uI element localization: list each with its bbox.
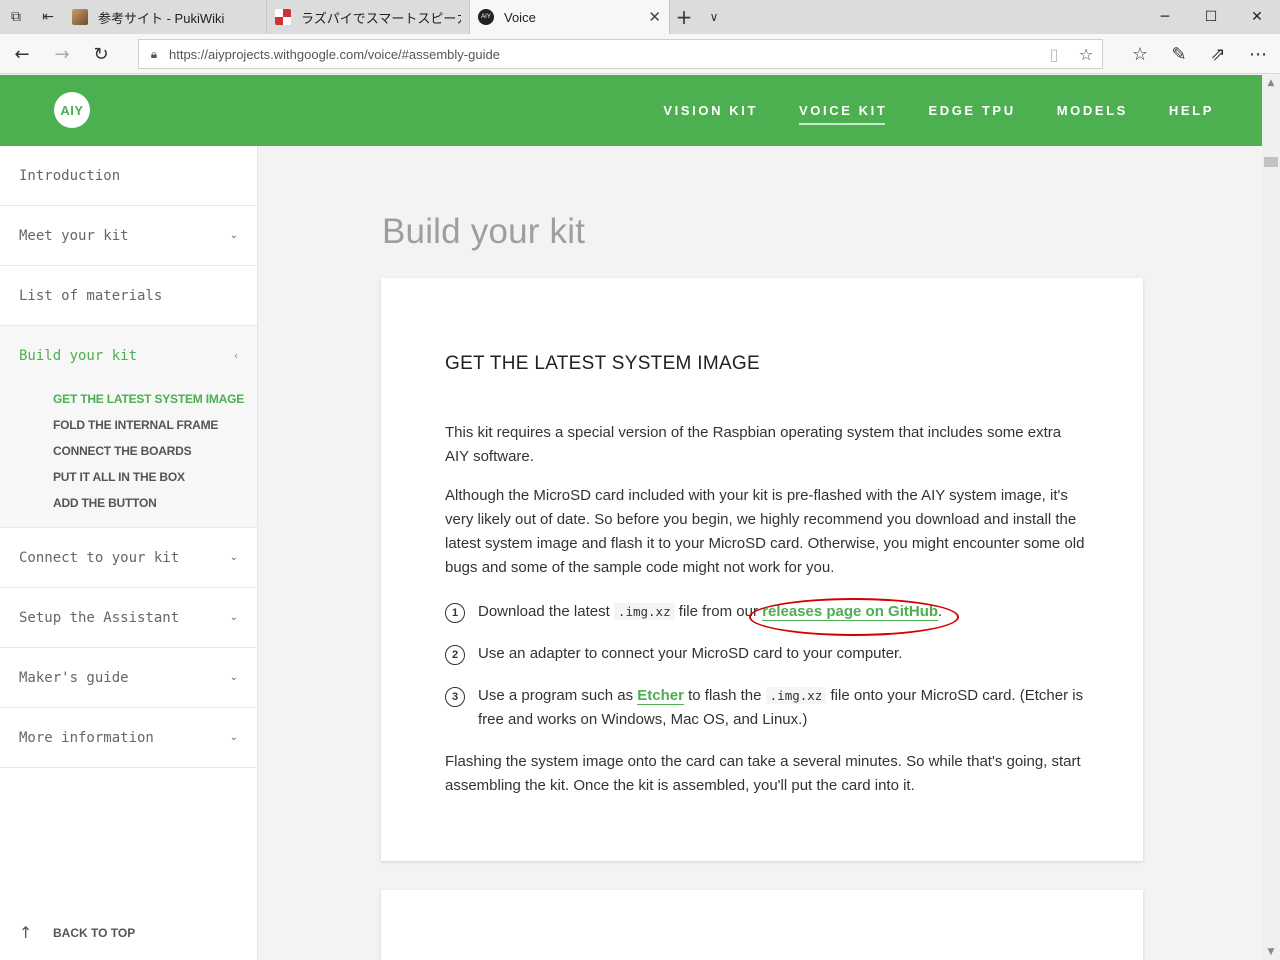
- subnav-fold-frame[interactable]: FOLD THE INTERNAL FRAME: [53, 418, 257, 433]
- pen-icon[interactable]: ✎: [1167, 42, 1191, 66]
- chevron-down-icon: ⌄: [229, 552, 238, 563]
- sidebar: Introduction Meet your kit ⌄ List of mat…: [0, 146, 258, 960]
- sidebar-item-build-your-kit[interactable]: Build your kit ‹: [0, 326, 257, 386]
- arrow-up-icon: ↑: [19, 923, 33, 942]
- scroll-down-icon[interactable]: ▼: [1262, 944, 1280, 960]
- url-text[interactable]: https://aiyprojects.withgoogle.com/voice…: [169, 47, 1038, 62]
- nav-help[interactable]: HELP: [1169, 97, 1214, 124]
- chevron-down-icon: ⌄: [229, 612, 238, 623]
- sidebar-item-setup-assistant[interactable]: Setup the Assistant ⌄: [0, 588, 257, 648]
- tab-list-chevron-icon[interactable]: ∨: [698, 0, 730, 34]
- scroll-up-icon[interactable]: ▲: [1262, 75, 1280, 91]
- scrollbar-thumb[interactable]: [1264, 157, 1278, 167]
- share-icon[interactable]: ⇗: [1206, 42, 1230, 66]
- close-tab-icon[interactable]: ✕: [648, 8, 661, 26]
- tab-title: ラズパイでスマートスピーカーを自作: [301, 10, 461, 26]
- refresh-icon[interactable]: ↻: [89, 42, 113, 66]
- favorite-star-icon[interactable]: ☆: [1070, 45, 1102, 64]
- site-header: AIY VISION KIT VOICE KIT EDGE TPU MODELS…: [0, 75, 1262, 146]
- tab-title: 参考サイト - PukiWiki: [98, 10, 225, 26]
- build-subnav: GET THE LATEST SYSTEM IMAGE FOLD THE INT…: [0, 386, 257, 528]
- sidebar-item-label: Meet your kit: [19, 227, 129, 244]
- aiy-logo[interactable]: AIY: [54, 92, 90, 128]
- step-number: 2: [445, 645, 465, 665]
- code-snippet: .img.xz: [765, 687, 827, 704]
- content-card: GET THE LATEST SYSTEM IMAGE This kit req…: [381, 278, 1143, 861]
- sidebar-item-label: Build your kit: [19, 348, 138, 364]
- sidebar-item-label: Introduction: [19, 167, 121, 184]
- raspi-favicon-icon: [275, 9, 291, 25]
- page-title: Build your kit: [382, 212, 586, 251]
- top-nav: VISION KIT VOICE KIT EDGE TPU MODELS HEL…: [622, 75, 1214, 146]
- step-3: 3 Use a program such as Etcher to flash …: [445, 684, 1085, 732]
- nav-vision-kit[interactable]: VISION KIT: [663, 97, 758, 124]
- next-content-card: [381, 890, 1143, 960]
- sidebar-item-label: Maker's guide: [19, 669, 129, 686]
- address-bar[interactable]: 🔒︎ https://aiyprojects.withgoogle.com/vo…: [138, 39, 1103, 69]
- intro-paragraph: This kit requires a special version of t…: [445, 424, 1062, 465]
- window-controls: ─ ☐ ✕: [1142, 0, 1280, 34]
- page-viewport: AIY VISION KIT VOICE KIT EDGE TPU MODELS…: [0, 75, 1262, 960]
- nav-voice-kit[interactable]: VOICE KIT: [799, 97, 887, 125]
- warning-paragraph: Although the MicroSD card included with …: [445, 487, 1085, 576]
- section-heading: GET THE LATEST SYSTEM IMAGE: [445, 353, 760, 374]
- back-icon[interactable]: ←: [10, 42, 34, 66]
- navigation-bar: ← → ↻ 🔒︎ https://aiyprojects.withgoogle.…: [0, 34, 1280, 74]
- favorites-list-icon[interactable]: ☆: [1128, 42, 1152, 66]
- sidebar-item-label: Setup the Assistant: [19, 609, 180, 626]
- step-text: Use an adapter to connect your MicroSD c…: [478, 645, 903, 662]
- lock-icon: 🔒︎: [150, 46, 158, 61]
- tab-pukiwiki[interactable]: 参考サイト - PukiWiki: [64, 0, 267, 34]
- flashing-paragraph: Flashing the system image onto the card …: [445, 753, 1081, 794]
- tab-raspi[interactable]: ラズパイでスマートスピーカーを自作: [267, 0, 470, 34]
- step-text: Download the latest: [478, 603, 614, 620]
- etcher-link[interactable]: Etcher: [637, 687, 684, 705]
- page-scrollbar[interactable]: ▲ ▼: [1262, 75, 1280, 960]
- sidebar-item-introduction[interactable]: Introduction: [0, 146, 257, 206]
- tab-title: Voice: [504, 9, 536, 25]
- subnav-put-in-box[interactable]: PUT IT ALL IN THE BOX: [53, 470, 257, 485]
- step-text: Use a program such as: [478, 687, 638, 704]
- tab-voice[interactable]: AIY Voice ✕: [470, 0, 670, 34]
- close-window-icon[interactable]: ✕: [1234, 0, 1280, 34]
- step-text: to flash the: [683, 687, 766, 704]
- sidebar-item-list-of-materials[interactable]: List of materials: [0, 266, 257, 326]
- sidebar-item-label: More information: [19, 729, 154, 746]
- code-snippet: .img.xz: [613, 603, 675, 620]
- forward-icon[interactable]: →: [50, 42, 74, 66]
- reading-view-icon[interactable]: ▯: [1038, 45, 1070, 64]
- more-icon[interactable]: ⋯: [1246, 42, 1270, 66]
- tab-bar: ⧉ ⇤ 参考サイト - PukiWiki ラズパイでスマートスピーカーを自作 A…: [0, 0, 1280, 34]
- sidebar-item-label: List of materials: [19, 287, 163, 304]
- subnav-add-button[interactable]: ADD THE BUTTON: [53, 496, 257, 511]
- new-tab-button[interactable]: +: [670, 0, 698, 34]
- aiy-favicon-icon: AIY: [478, 9, 494, 25]
- step-number: 3: [445, 687, 465, 707]
- sidebar-item-more-information[interactable]: More information ⌄: [0, 708, 257, 768]
- nav-edge-tpu[interactable]: EDGE TPU: [928, 97, 1015, 124]
- subnav-get-latest-image[interactable]: GET THE LATEST SYSTEM IMAGE: [53, 392, 257, 407]
- chevron-down-icon: ⌄: [229, 732, 238, 743]
- tab-preview-icon[interactable]: ⧉: [0, 9, 32, 25]
- subnav-connect-boards[interactable]: CONNECT THE BOARDS: [53, 444, 257, 459]
- step-2: 2 Use an adapter to connect your MicroSD…: [445, 642, 1085, 666]
- nav-models[interactable]: MODELS: [1057, 97, 1128, 124]
- maximize-icon[interactable]: ☐: [1188, 0, 1234, 34]
- back-to-top-label: BACK TO TOP: [53, 925, 136, 940]
- chevron-down-icon: ⌄: [229, 230, 238, 241]
- back-to-top-link[interactable]: ↑ BACK TO TOP: [19, 923, 135, 942]
- wiki-favicon-icon: [72, 9, 88, 25]
- chevron-left-icon: ‹: [234, 350, 238, 362]
- minimize-icon[interactable]: ─: [1142, 0, 1188, 34]
- red-annotation-ellipse: [749, 598, 959, 636]
- tab-actions: ⧉ ⇤: [0, 0, 64, 34]
- sidebar-item-meet-your-kit[interactable]: Meet your kit ⌄: [0, 206, 257, 266]
- sidebar-item-connect-to-your-kit[interactable]: Connect to your kit ⌄: [0, 528, 257, 588]
- sidebar-item-label: Connect to your kit: [19, 549, 180, 566]
- chevron-down-icon: ⌄: [229, 672, 238, 683]
- set-aside-tabs-icon[interactable]: ⇤: [32, 9, 64, 25]
- step-number: 1: [445, 603, 465, 623]
- sidebar-item-makers-guide[interactable]: Maker's guide ⌄: [0, 648, 257, 708]
